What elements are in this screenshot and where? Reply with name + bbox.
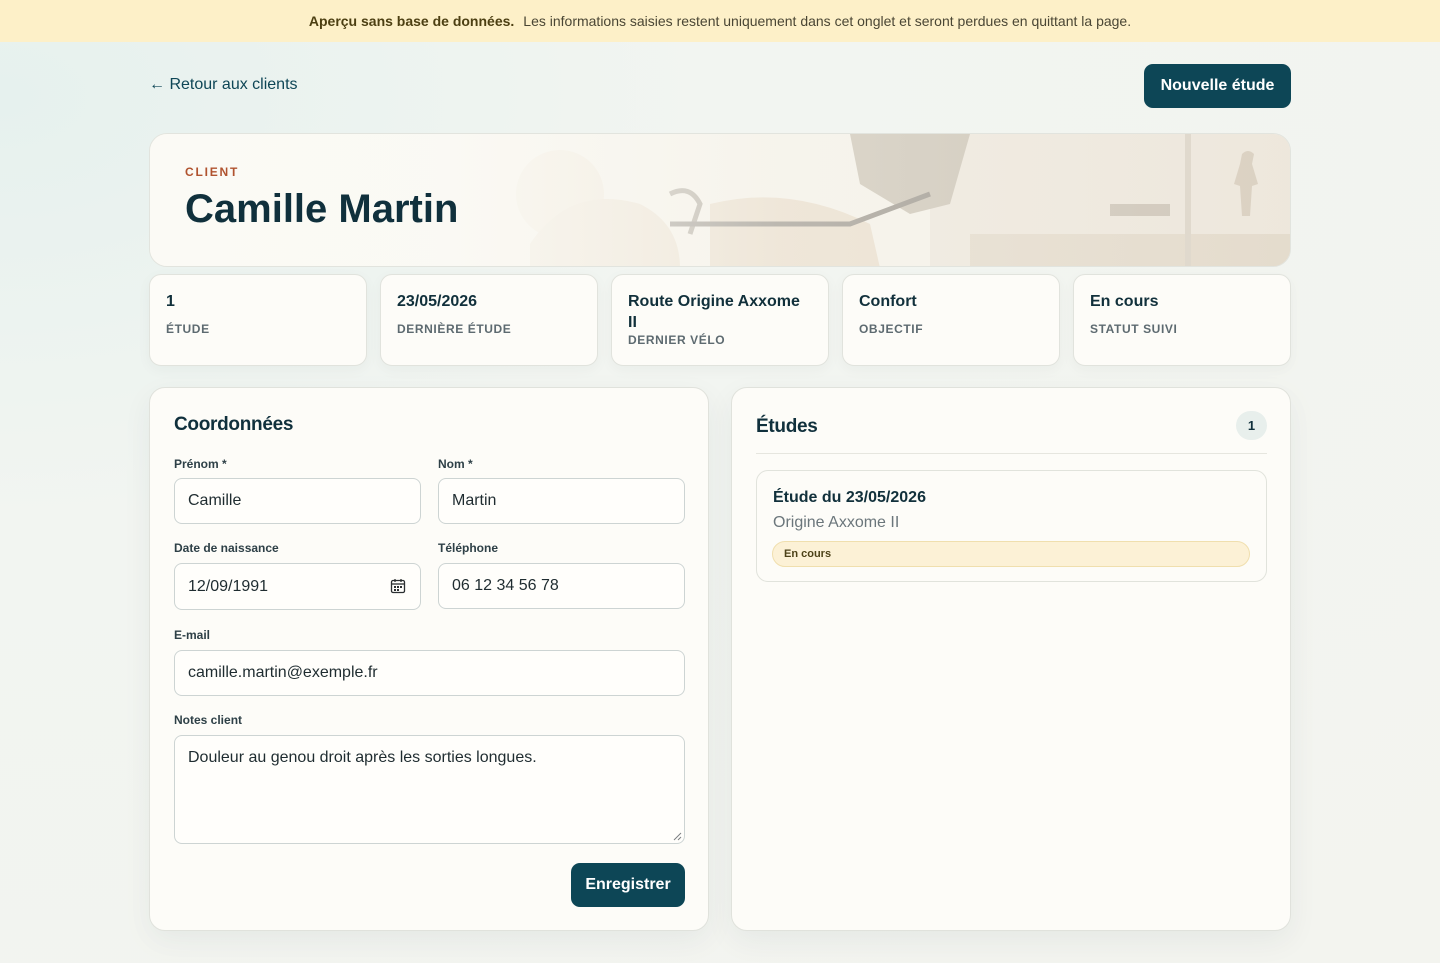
client-stats: 1 Étude 23/05/2026 Dernière étude Route … [149, 274, 1291, 366]
resize-grip-icon[interactable] [672, 831, 682, 841]
stat-study-count: 1 Étude [149, 274, 367, 366]
stat-label: Objectif [859, 322, 924, 336]
stat-value: En cours [1090, 293, 1159, 310]
client-header: CLIENT Camille Martin [149, 133, 1291, 267]
contact-card: Coordonnées Prénom * Camille Nom * Marti… [149, 387, 709, 931]
birth-date-label: Date de naissance [174, 541, 279, 555]
study-title: Étude du 23/05/2026 [773, 489, 926, 506]
calendar-icon[interactable] [390, 578, 406, 594]
email-input[interactable]: camille.martin@exemple.fr [174, 650, 685, 696]
stat-value: 1 [166, 293, 175, 310]
studies-title: Études [756, 416, 818, 437]
stat-label: Dernier vélo [628, 333, 726, 347]
contact-title: Coordonnées [174, 414, 294, 435]
studies-count-badge: 1 [1236, 411, 1267, 440]
stat-objective: Confort Objectif [842, 274, 1060, 366]
banner-message: Les informations saisies restent uniquem… [523, 13, 1132, 29]
top-bar: ← Retour aux clients Nouvelle étude [149, 64, 1291, 108]
new-study-button[interactable]: Nouvelle étude [1144, 64, 1291, 108]
notes-label: Notes client [174, 713, 243, 727]
stat-value: 23/05/2026 [397, 293, 478, 310]
stat-label: Dernière étude [397, 322, 512, 336]
phone-label: Téléphone [438, 541, 499, 555]
studies-divider [756, 453, 1267, 454]
stat-label: Statut suivi [1090, 322, 1178, 336]
birth-date-value: 12/09/1991 [188, 577, 269, 595]
stat-value: Route Origine Axxome II [628, 293, 800, 331]
save-button[interactable]: Enregistrer [571, 863, 685, 907]
stat-last-bike: Route Origine Axxome II Dernier vélo [611, 274, 829, 366]
back-to-clients-link[interactable]: ← Retour aux clients [149, 76, 298, 94]
studies-card: Études 1 Étude du 23/05/2026 Origine Axx… [731, 387, 1291, 931]
notes-value: Douleur au genou droit après les sorties… [188, 749, 537, 766]
last-name-label: Nom * [438, 457, 473, 471]
phone-input[interactable]: 06 12 34 56 78 [438, 563, 685, 609]
last-name-input[interactable]: Martin [438, 478, 685, 524]
notes-textarea[interactable]: Douleur au genou droit après les sorties… [174, 735, 685, 844]
stat-label: Étude [166, 322, 210, 336]
study-item[interactable]: Étude du 23/05/2026 Origine Axxome II En… [756, 470, 1267, 582]
first-name-label: Prénom * [174, 457, 227, 471]
birth-date-input[interactable]: 12/09/1991 [174, 563, 421, 610]
study-bike: Origine Axxome II [773, 514, 900, 531]
stat-follow-up-status: En cours Statut suivi [1073, 274, 1291, 366]
client-section-label: CLIENT [185, 165, 240, 179]
banner-title: Aperçu sans base de données. [308, 13, 515, 29]
stat-last-study: 23/05/2026 Dernière étude [380, 274, 598, 366]
preview-banner: Aperçu sans base de données. Les informa… [0, 0, 1440, 42]
study-status-badge: En cours [772, 541, 1250, 567]
email-label: E-mail [174, 628, 211, 642]
stat-value: Confort [859, 293, 917, 310]
first-name-input[interactable]: Camille [174, 478, 421, 524]
client-name: Camille Martin [185, 187, 459, 231]
